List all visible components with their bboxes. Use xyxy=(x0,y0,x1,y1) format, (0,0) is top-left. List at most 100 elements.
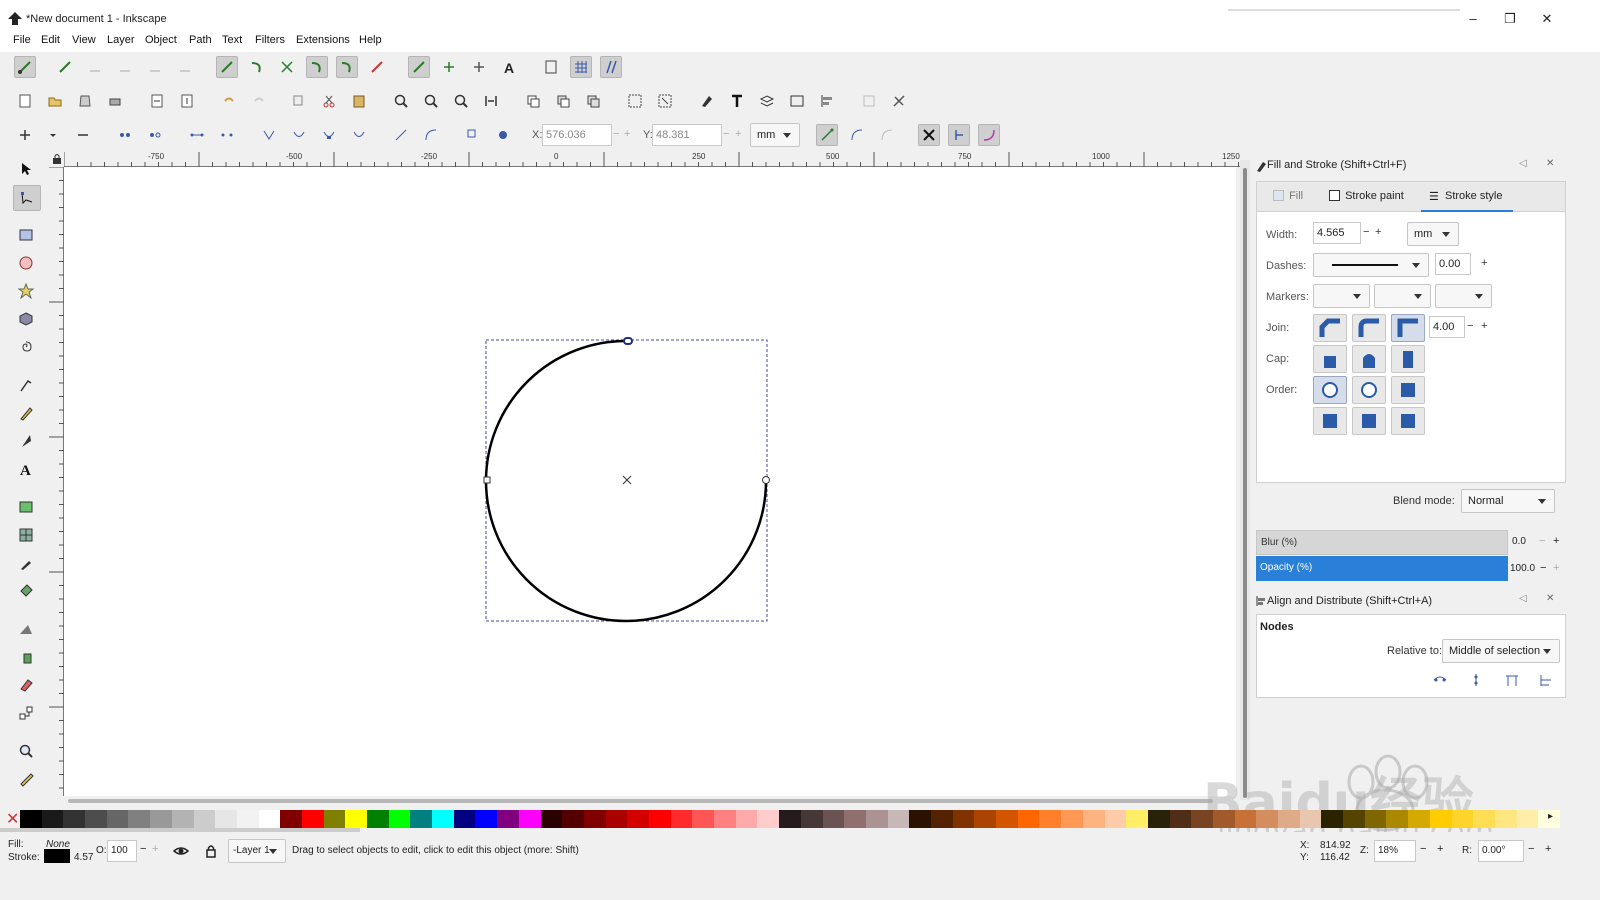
width-increment-button[interactable]: + xyxy=(1375,226,1381,238)
show-transform-handles-icon[interactable] xyxy=(918,124,940,146)
no-paint-swatch-icon[interactable]: ✕ xyxy=(6,809,19,829)
snap-intersection-icon[interactable] xyxy=(276,56,298,78)
opacity-decrement-button[interactable]: − xyxy=(140,843,146,855)
menu-filters[interactable]: Filters xyxy=(255,34,285,46)
palette-swatch[interactable] xyxy=(367,810,390,828)
menu-layer[interactable]: Layer xyxy=(107,34,135,46)
width-decrement-button[interactable]: − xyxy=(1363,226,1369,238)
show-handles-icon[interactable] xyxy=(816,124,838,146)
menu-object[interactable]: Object xyxy=(145,34,177,46)
mesh-tool-icon[interactable] xyxy=(15,524,37,546)
palette-scroll-right-icon[interactable]: ▸ xyxy=(1548,811,1553,822)
width-input[interactable]: 4.565 xyxy=(1313,222,1361,244)
snap-center-icon[interactable] xyxy=(174,56,196,78)
x-increment-button[interactable]: + xyxy=(624,128,630,140)
selector-tool-icon[interactable] xyxy=(15,158,37,180)
show-outline-icon[interactable] xyxy=(846,124,868,146)
palette-swatch[interactable] xyxy=(692,810,715,828)
snap-grid-icon[interactable] xyxy=(570,56,592,78)
palette-swatch[interactable] xyxy=(1278,810,1301,828)
palette-swatch[interactable] xyxy=(1017,810,1040,828)
zoom-page-icon[interactable] xyxy=(450,90,472,112)
palette-swatch[interactable] xyxy=(649,810,672,828)
palette-swatch[interactable] xyxy=(1386,810,1409,828)
cap-square-button[interactable] xyxy=(1391,345,1425,373)
palette-swatch[interactable] xyxy=(497,810,520,828)
opacity-increment-button[interactable]: + xyxy=(1553,562,1559,574)
stroke-width-value[interactable]: 4.57 xyxy=(74,852,93,863)
width-unit-select[interactable]: mm xyxy=(1407,222,1459,246)
opacity-value[interactable]: 100.0 xyxy=(1510,563,1535,574)
eraser-tool-icon[interactable] xyxy=(15,674,37,696)
mid-marker-select[interactable] xyxy=(1374,284,1431,308)
pencil-tool-icon[interactable] xyxy=(15,402,37,424)
snap-object-center-icon[interactable] xyxy=(438,56,460,78)
unit-select[interactable]: mm xyxy=(750,123,800,147)
palette-swatch[interactable] xyxy=(150,810,173,828)
palette-swatch[interactable] xyxy=(930,810,954,828)
open-document-icon[interactable] xyxy=(44,90,66,112)
snap-bbox-icon[interactable] xyxy=(54,56,76,78)
3d-box-tool-icon[interactable] xyxy=(15,308,37,330)
order-option-6-button[interactable] xyxy=(1391,407,1425,435)
y-coord-input[interactable]: 48.381 xyxy=(652,124,722,146)
zoom-increment-button[interactable]: + xyxy=(1437,843,1443,855)
distribute-nodes-vertical-icon[interactable] xyxy=(1535,669,1557,691)
close-window-button[interactable]: ✕ xyxy=(1532,10,1562,28)
palette-swatch[interactable] xyxy=(822,810,845,828)
palette-swatch[interactable] xyxy=(952,810,975,828)
palette-swatch[interactable] xyxy=(301,810,325,828)
palette-swatch[interactable] xyxy=(1082,810,1105,828)
palette-swatch[interactable] xyxy=(345,810,368,828)
cusp-node-icon[interactable] xyxy=(258,124,280,146)
palette-swatch[interactable] xyxy=(540,810,563,828)
blend-mode-select[interactable]: Normal xyxy=(1461,489,1555,513)
toggle-layer-visibility-icon[interactable] xyxy=(170,840,192,862)
snap-corner-icon[interactable] xyxy=(114,56,136,78)
palette-swatch[interactable] xyxy=(128,810,151,828)
segment-to-curve-icon[interactable] xyxy=(420,124,442,146)
layers-dialog-icon[interactable] xyxy=(756,90,778,112)
palette-swatch[interactable] xyxy=(20,810,43,828)
dash-offset-increment-button[interactable]: + xyxy=(1481,257,1487,269)
menu-edit[interactable]: Edit xyxy=(41,34,60,46)
palette-swatch[interactable] xyxy=(583,810,607,828)
snap-paths-icon[interactable] xyxy=(246,56,268,78)
cap-butt-button[interactable] xyxy=(1313,345,1347,373)
insert-node-dropdown-icon[interactable] xyxy=(42,124,64,146)
miter-increment-button[interactable]: + xyxy=(1481,320,1487,332)
snap-nodes-icon[interactable] xyxy=(216,56,238,78)
star-tool-icon[interactable] xyxy=(15,280,37,302)
import-icon[interactable] xyxy=(146,90,168,112)
blur-decrement-button[interactable]: − xyxy=(1539,535,1545,547)
rotation-decrement-button[interactable]: − xyxy=(1528,843,1534,855)
join-segment-icon[interactable] xyxy=(186,124,208,146)
palette-swatch[interactable] xyxy=(388,810,411,828)
snap-text-baseline-icon[interactable]: A xyxy=(498,56,520,78)
toggle-layer-lock-icon[interactable] xyxy=(200,840,222,862)
opacity-slider[interactable]: Opacity (%) xyxy=(1256,556,1508,581)
duplicate-icon[interactable] xyxy=(522,90,544,112)
palette-swatch[interactable] xyxy=(605,810,628,828)
palette-swatch[interactable] xyxy=(236,810,260,828)
paint-bucket-tool-icon[interactable] xyxy=(15,580,37,602)
smooth-node-icon[interactable] xyxy=(288,124,310,146)
palette-swatch[interactable] xyxy=(410,810,433,828)
delete-segment-icon[interactable] xyxy=(216,124,238,146)
group-icon[interactable] xyxy=(624,90,646,112)
calligraphy-tool-icon[interactable] xyxy=(15,430,37,452)
blur-slider[interactable]: Blur (%) xyxy=(1256,530,1508,555)
path-node[interactable] xyxy=(483,476,491,484)
ellipse-tool-icon[interactable] xyxy=(15,252,37,274)
insert-node-icon[interactable] xyxy=(14,124,36,146)
cap-round-button[interactable] xyxy=(1352,345,1386,373)
break-path-icon[interactable] xyxy=(144,124,166,146)
undo-icon[interactable] xyxy=(218,90,240,112)
menu-extensions[interactable]: Extensions xyxy=(296,34,350,46)
node-tool-icon[interactable] xyxy=(13,185,41,211)
palette-swatch[interactable] xyxy=(453,810,476,828)
measure-tool-icon[interactable] xyxy=(15,768,37,790)
palette-swatch[interactable] xyxy=(1234,810,1257,828)
menu-help[interactable]: Help xyxy=(359,34,382,46)
clone-icon[interactable] xyxy=(552,90,574,112)
